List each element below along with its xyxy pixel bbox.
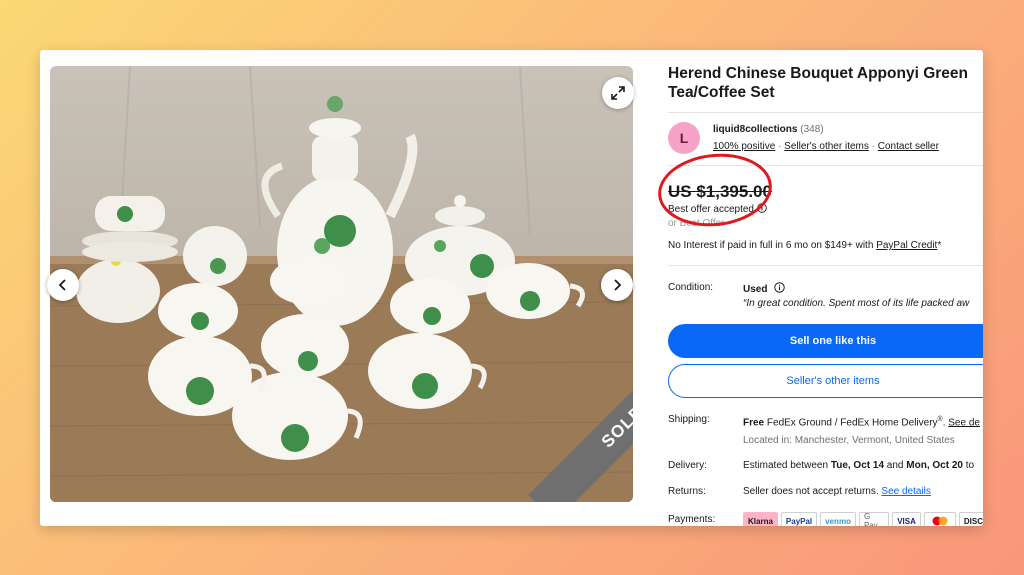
mastercard-badge bbox=[923, 512, 956, 526]
discover-badge: DISC bbox=[958, 512, 983, 526]
delivery-start: Tue, Oct 14 bbox=[830, 460, 885, 471]
paypal-credit-line: No Interest if paid in full in 6 mo on $… bbox=[668, 240, 941, 251]
expand-icon bbox=[611, 86, 625, 100]
positive-feedback-link[interactable]: 100% positive bbox=[713, 141, 775, 152]
registered-mark: ® bbox=[937, 416, 943, 423]
item-location: Located in: Manchester, Vermont, United … bbox=[743, 435, 955, 446]
listing-title: Herend Chinese Bouquet Apponyi Green Tea… bbox=[668, 65, 968, 101]
delivery-end: Mon, Oct 20 bbox=[906, 460, 963, 471]
divider bbox=[668, 112, 983, 113]
seller-name-row: liquid8collections (348) bbox=[713, 124, 824, 135]
shipping-label: Shipping: bbox=[668, 414, 710, 425]
tea-set-illustration bbox=[50, 66, 633, 502]
feedback-count: (348) bbox=[800, 124, 824, 135]
payments-label: Payments: bbox=[668, 514, 716, 525]
seller-links: 100% positive · Seller's other items · C… bbox=[713, 141, 939, 152]
condition-value: Used bbox=[743, 284, 768, 295]
paypal-credit-link[interactable]: PayPal Credit bbox=[876, 240, 937, 251]
contact-seller-link[interactable]: Contact seller bbox=[878, 141, 939, 152]
returns-value: Seller does not accept returns. See deta… bbox=[743, 486, 931, 497]
gpay-badge: G Pay bbox=[858, 512, 890, 526]
previous-image-button[interactable] bbox=[47, 269, 79, 301]
shipping-see-details-link[interactable]: See de bbox=[948, 417, 980, 428]
chevron-left-icon bbox=[58, 279, 66, 291]
avatar[interactable]: L bbox=[668, 122, 700, 154]
sell-one-like-this-button[interactable]: Sell one like this bbox=[668, 324, 983, 358]
seller-other-items-button[interactable]: Seller's other items bbox=[668, 364, 983, 398]
paypal-credit-text: No Interest if paid in full in 6 mo on $… bbox=[668, 240, 874, 251]
visa-badge: VISA bbox=[892, 512, 921, 526]
paypal-credit-asterisk: * bbox=[937, 240, 942, 251]
paypal-badge: PayPal bbox=[780, 512, 818, 526]
shipping-method: FedEx Ground / FedEx Home Delivery bbox=[766, 417, 938, 429]
mastercard-icon bbox=[932, 516, 948, 526]
expand-button[interactable] bbox=[602, 77, 634, 109]
seller-other-items-link[interactable]: Seller's other items bbox=[784, 141, 869, 152]
delivery-prefix: Estimated between bbox=[743, 460, 829, 471]
delivery-and: and bbox=[886, 460, 904, 471]
delivery-value: Estimated between Tue, Oct 14 and Mon, O… bbox=[743, 460, 974, 471]
condition-label: Condition: bbox=[668, 282, 714, 293]
condition-value-row: Used bbox=[743, 282, 785, 295]
returns-label: Returns: bbox=[668, 486, 706, 497]
condition-note: “In great condition. Spent most of its l… bbox=[743, 298, 970, 309]
returns-text: Seller does not accept returns. bbox=[743, 486, 879, 497]
delivery-label: Delivery: bbox=[668, 460, 707, 471]
payment-methods: Klarna PayPal venmo G Pay VISA DISC bbox=[743, 512, 983, 526]
divider bbox=[668, 265, 983, 266]
delivery-suffix: to bbox=[965, 460, 975, 471]
shipping-free: Free bbox=[743, 417, 765, 429]
shipping-value: Free FedEx Ground / FedEx Home Delivery®… bbox=[743, 416, 980, 429]
info-icon[interactable] bbox=[774, 282, 785, 293]
next-image-button[interactable] bbox=[601, 269, 633, 301]
chevron-right-icon bbox=[614, 279, 622, 291]
klarna-badge: Klarna bbox=[743, 512, 778, 526]
product-photo[interactable]: SOLD bbox=[50, 66, 633, 502]
seller-name[interactable]: liquid8collections bbox=[713, 124, 797, 135]
venmo-badge: venmo bbox=[820, 512, 856, 526]
returns-see-details-link[interactable]: See details bbox=[881, 486, 930, 497]
listing-info: Herend Chinese Bouquet Apponyi Green Tea… bbox=[654, 50, 983, 526]
listing-frame: SOLD Herend Chinese Bouquet Apponyi Gree… bbox=[40, 50, 983, 526]
